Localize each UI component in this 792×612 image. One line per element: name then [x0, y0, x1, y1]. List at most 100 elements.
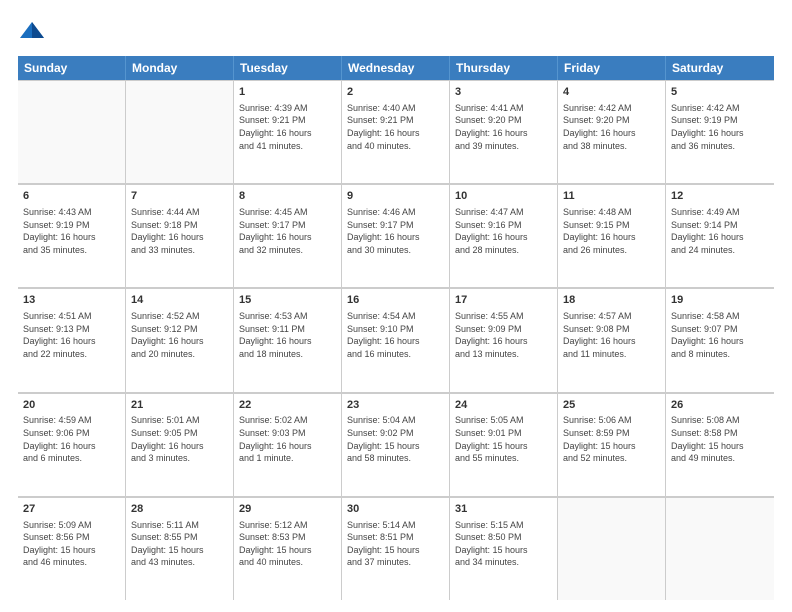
day-number: 26: [671, 398, 769, 413]
calendar-cell: [666, 497, 774, 600]
calendar-week-0: 1 Sunrise: 4:39 AM Sunset: 9:21 PM Daylig…: [18, 80, 774, 184]
calendar-cell: 12 Sunrise: 4:49 AM Sunset: 9:14 PM Dayli…: [666, 184, 774, 287]
calendar-cell: 20Sunrise: 4:59 AM Sunset: 9:06 PM Dayli…: [18, 393, 126, 496]
day-info: Sunrise: 4:54 AM Sunset: 9:10 PM Dayligh…: [347, 310, 444, 360]
day-info: Sunrise: 4:44 AM Sunset: 9:18 PM Dayligh…: [131, 206, 228, 256]
calendar-cell: [18, 80, 126, 183]
calendar-cell: 25Sunrise: 5:06 AM Sunset: 8:59 PM Dayli…: [558, 393, 666, 496]
day-info: Sunrise: 5:01 AM Sunset: 9:05 PM Dayligh…: [131, 414, 228, 464]
day-info: Sunrise: 4:57 AM Sunset: 9:08 PM Dayligh…: [563, 310, 660, 360]
day-info: Sunrise: 5:09 AM Sunset: 8:56 PM Dayligh…: [23, 519, 120, 569]
day-number: 19: [671, 293, 769, 308]
day-number: 2: [347, 85, 444, 100]
calendar-header: SundayMondayTuesdayWednesdayThursdayFrid…: [18, 56, 774, 80]
day-number: 27: [23, 502, 120, 517]
calendar-cell: 24Sunrise: 5:05 AM Sunset: 9:01 PM Dayli…: [450, 393, 558, 496]
day-info: Sunrise: 4:43 AM Sunset: 9:19 PM Dayligh…: [23, 206, 120, 256]
day-info: Sunrise: 5:04 AM Sunset: 9:02 PM Dayligh…: [347, 414, 444, 464]
calendar-week-2: 13 Sunrise: 4:51 AM Sunset: 9:13 PM Dayli…: [18, 288, 774, 392]
calendar-cell: 31 Sunrise: 5:15 AM Sunset: 8:50 PM Dayli…: [450, 497, 558, 600]
cal-header-sunday: Sunday: [18, 56, 126, 80]
cal-header-saturday: Saturday: [666, 56, 774, 80]
calendar-cell: [126, 80, 234, 183]
day-info: Sunrise: 4:42 AM Sunset: 9:19 PM Dayligh…: [671, 102, 769, 152]
header: [18, 18, 774, 46]
day-info: Sunrise: 5:12 AM Sunset: 8:53 PM Dayligh…: [239, 519, 336, 569]
day-number: 1: [239, 85, 336, 100]
day-info: Sunrise: 5:05 AM Sunset: 9:01 PM Dayligh…: [455, 414, 552, 464]
cal-header-tuesday: Tuesday: [234, 56, 342, 80]
calendar-cell: 17 Sunrise: 4:55 AM Sunset: 9:09 PM Dayli…: [450, 288, 558, 391]
calendar-cell: 21Sunrise: 5:01 AM Sunset: 9:05 PM Dayli…: [126, 393, 234, 496]
day-info: Sunrise: 5:06 AM Sunset: 8:59 PM Dayligh…: [563, 414, 660, 464]
day-info: Sunrise: 4:51 AM Sunset: 9:13 PM Dayligh…: [23, 310, 120, 360]
day-number: 25: [563, 398, 660, 413]
calendar: SundayMondayTuesdayWednesdayThursdayFrid…: [18, 56, 774, 600]
day-info: Sunrise: 5:08 AM Sunset: 8:58 PM Dayligh…: [671, 414, 769, 464]
day-number: 17: [455, 293, 552, 308]
calendar-cell: 30 Sunrise: 5:14 AM Sunset: 8:51 PM Dayli…: [342, 497, 450, 600]
calendar-cell: 27 Sunrise: 5:09 AM Sunset: 8:56 PM Dayli…: [18, 497, 126, 600]
day-info: Sunrise: 4:52 AM Sunset: 9:12 PM Dayligh…: [131, 310, 228, 360]
calendar-cell: 13 Sunrise: 4:51 AM Sunset: 9:13 PM Dayli…: [18, 288, 126, 391]
calendar-cell: 15 Sunrise: 4:53 AM Sunset: 9:11 PM Dayli…: [234, 288, 342, 391]
day-number: 5: [671, 85, 769, 100]
calendar-cell: 14 Sunrise: 4:52 AM Sunset: 9:12 PM Dayli…: [126, 288, 234, 391]
day-number: 21: [131, 398, 228, 413]
day-info: Sunrise: 4:41 AM Sunset: 9:20 PM Dayligh…: [455, 102, 552, 152]
day-number: 22: [239, 398, 336, 413]
day-number: 23: [347, 398, 444, 413]
calendar-cell: 22Sunrise: 5:02 AM Sunset: 9:03 PM Dayli…: [234, 393, 342, 496]
day-number: 24: [455, 398, 552, 413]
day-info: Sunrise: 5:11 AM Sunset: 8:55 PM Dayligh…: [131, 519, 228, 569]
day-number: 6: [23, 189, 120, 204]
day-number: 3: [455, 85, 552, 100]
calendar-cell: 18Sunrise: 4:57 AM Sunset: 9:08 PM Dayli…: [558, 288, 666, 391]
day-number: 14: [131, 293, 228, 308]
calendar-cell: 19Sunrise: 4:58 AM Sunset: 9:07 PM Dayli…: [666, 288, 774, 391]
calendar-cell: 4 Sunrise: 4:42 AM Sunset: 9:20 PM Daylig…: [558, 80, 666, 183]
calendar-cell: 8 Sunrise: 4:45 AM Sunset: 9:17 PM Daylig…: [234, 184, 342, 287]
calendar-cell: 10Sunrise: 4:47 AM Sunset: 9:16 PM Dayli…: [450, 184, 558, 287]
day-info: Sunrise: 4:42 AM Sunset: 9:20 PM Dayligh…: [563, 102, 660, 152]
day-number: 20: [23, 398, 120, 413]
cal-header-friday: Friday: [558, 56, 666, 80]
day-number: 13: [23, 293, 120, 308]
day-info: Sunrise: 4:59 AM Sunset: 9:06 PM Dayligh…: [23, 414, 120, 464]
day-number: 28: [131, 502, 228, 517]
calendar-body: 1 Sunrise: 4:39 AM Sunset: 9:21 PM Daylig…: [18, 80, 774, 600]
day-info: Sunrise: 4:39 AM Sunset: 9:21 PM Dayligh…: [239, 102, 336, 152]
logo: [18, 18, 50, 46]
day-number: 4: [563, 85, 660, 100]
day-info: Sunrise: 5:02 AM Sunset: 9:03 PM Dayligh…: [239, 414, 336, 464]
day-info: Sunrise: 4:55 AM Sunset: 9:09 PM Dayligh…: [455, 310, 552, 360]
day-info: Sunrise: 4:48 AM Sunset: 9:15 PM Dayligh…: [563, 206, 660, 256]
calendar-week-3: 20Sunrise: 4:59 AM Sunset: 9:06 PM Dayli…: [18, 393, 774, 497]
day-number: 7: [131, 189, 228, 204]
calendar-cell: [558, 497, 666, 600]
day-number: 8: [239, 189, 336, 204]
day-info: Sunrise: 4:49 AM Sunset: 9:14 PM Dayligh…: [671, 206, 769, 256]
calendar-cell: 1 Sunrise: 4:39 AM Sunset: 9:21 PM Daylig…: [234, 80, 342, 183]
day-number: 30: [347, 502, 444, 517]
calendar-cell: 23Sunrise: 5:04 AM Sunset: 9:02 PM Dayli…: [342, 393, 450, 496]
cal-header-thursday: Thursday: [450, 56, 558, 80]
day-number: 31: [455, 502, 552, 517]
calendar-cell: 6 Sunrise: 4:43 AM Sunset: 9:19 PM Daylig…: [18, 184, 126, 287]
logo-icon: [18, 18, 46, 46]
day-number: 15: [239, 293, 336, 308]
calendar-week-4: 27 Sunrise: 5:09 AM Sunset: 8:56 PM Dayli…: [18, 497, 774, 600]
calendar-cell: 28 Sunrise: 5:11 AM Sunset: 8:55 PM Dayli…: [126, 497, 234, 600]
day-number: 11: [563, 189, 660, 204]
day-info: Sunrise: 5:15 AM Sunset: 8:50 PM Dayligh…: [455, 519, 552, 569]
calendar-cell: 16Sunrise: 4:54 AM Sunset: 9:10 PM Dayli…: [342, 288, 450, 391]
day-info: Sunrise: 4:45 AM Sunset: 9:17 PM Dayligh…: [239, 206, 336, 256]
day-info: Sunrise: 4:46 AM Sunset: 9:17 PM Dayligh…: [347, 206, 444, 256]
calendar-cell: 7 Sunrise: 4:44 AM Sunset: 9:18 PM Daylig…: [126, 184, 234, 287]
day-number: 12: [671, 189, 769, 204]
day-info: Sunrise: 4:47 AM Sunset: 9:16 PM Dayligh…: [455, 206, 552, 256]
calendar-cell: 5 Sunrise: 4:42 AM Sunset: 9:19 PM Daylig…: [666, 80, 774, 183]
day-info: Sunrise: 5:14 AM Sunset: 8:51 PM Dayligh…: [347, 519, 444, 569]
day-info: Sunrise: 4:53 AM Sunset: 9:11 PM Dayligh…: [239, 310, 336, 360]
cal-header-wednesday: Wednesday: [342, 56, 450, 80]
